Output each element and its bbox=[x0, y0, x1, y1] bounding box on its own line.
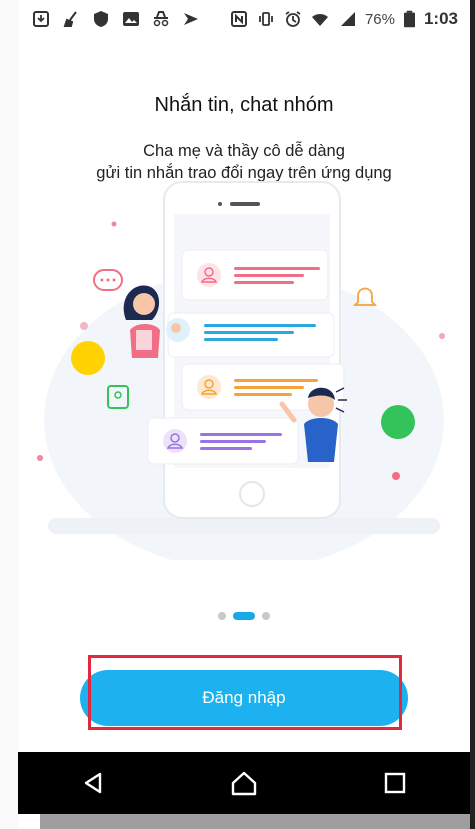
page-indicator bbox=[18, 612, 470, 620]
app-screen: 76% 1:03 Nhắn tin, chat nhóm Cha mẹ và t… bbox=[18, 0, 470, 829]
onboarding-title: Nhắn tin, chat nhóm bbox=[154, 94, 334, 116]
page-dot-2-active[interactable] bbox=[233, 612, 255, 620]
small-blue-dot bbox=[111, 221, 117, 227]
right-red-dot bbox=[392, 472, 400, 480]
page-dot-3[interactable] bbox=[262, 612, 270, 620]
green-circle bbox=[381, 405, 415, 439]
battery-percent: 76% bbox=[364, 10, 395, 28]
message-card-blue bbox=[167, 312, 335, 358]
system-nav-bar bbox=[18, 752, 470, 814]
shield-icon bbox=[94, 11, 108, 27]
left-edge bbox=[0, 0, 18, 829]
page-dot-1[interactable] bbox=[218, 612, 226, 620]
phone-camera bbox=[218, 202, 222, 206]
yellow-circle bbox=[71, 341, 105, 375]
recents-icon bbox=[384, 772, 405, 794]
navigation-icon bbox=[184, 13, 198, 25]
red-dot bbox=[37, 455, 43, 461]
speech-bubble-icon bbox=[93, 269, 123, 291]
battery-icon bbox=[403, 10, 415, 28]
back-icon bbox=[85, 772, 102, 794]
floor-shadow bbox=[48, 518, 440, 534]
clock: 1:03 bbox=[423, 9, 458, 28]
home-icon bbox=[231, 771, 257, 796]
nav-back-button[interactable] bbox=[63, 758, 123, 808]
status-left-icons bbox=[32, 10, 200, 28]
nfc-icon bbox=[230, 11, 247, 27]
status-right-icons: 76% 1:03 bbox=[230, 9, 458, 29]
login-button[interactable]: Đăng nhập bbox=[80, 670, 408, 726]
right-edge bbox=[470, 0, 475, 829]
phone-home-button bbox=[239, 481, 265, 507]
chat-illustration bbox=[37, 181, 445, 560]
download-icon bbox=[33, 11, 49, 27]
alarm-icon bbox=[285, 11, 301, 27]
subtitle-line-1: Cha mẹ và thầy cô dễ dàng bbox=[143, 142, 345, 160]
message-card-purple bbox=[147, 417, 299, 465]
bottom-shadow bbox=[40, 814, 470, 829]
phone-speaker bbox=[230, 202, 260, 206]
image-icon bbox=[123, 12, 139, 26]
vibrate-icon bbox=[259, 12, 273, 26]
nav-home-button[interactable] bbox=[214, 758, 274, 808]
incognito-icon bbox=[153, 11, 169, 27]
nav-recents-button[interactable] bbox=[365, 758, 425, 808]
small-pink-dot bbox=[439, 333, 445, 339]
status-bar: 76% 1:03 bbox=[18, 0, 470, 38]
broom-icon bbox=[63, 11, 77, 27]
onboarding-subtitle: Cha mẹ và thầy cô dễ dàng gửi tin nhắn t… bbox=[18, 140, 470, 184]
message-card-pink bbox=[181, 249, 329, 301]
signal-icon bbox=[340, 12, 355, 26]
pink-dot bbox=[80, 322, 88, 330]
wifi-icon bbox=[311, 13, 328, 26]
